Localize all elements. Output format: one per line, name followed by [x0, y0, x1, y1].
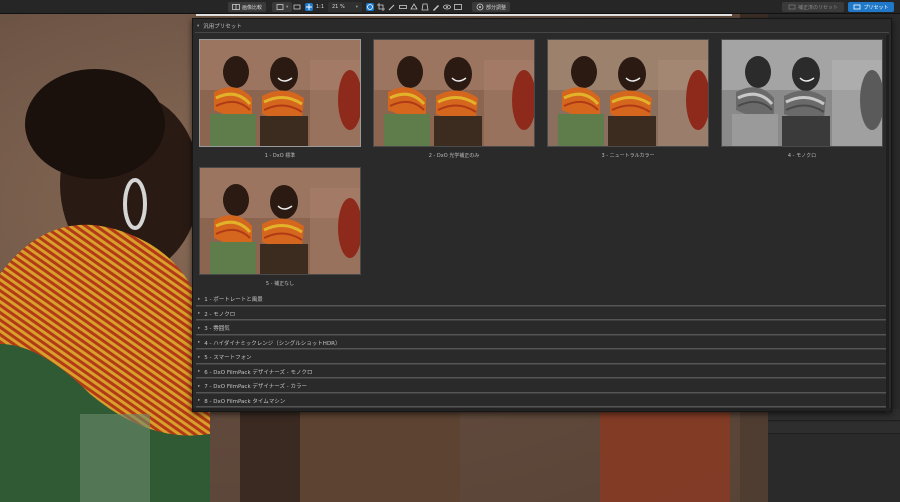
compare-icon — [232, 3, 240, 11]
preset-category-row[interactable]: ▸ 7 - DxO FilmPack デザイナーズ - カラー — [193, 379, 891, 394]
toolbar: 画像比較 ▾ 1:1 21 % ▾ 部分調整 補正済のリセット プリセット — [0, 0, 900, 14]
preset-icon — [853, 3, 861, 11]
chevron-right-icon: ▸ — [198, 325, 201, 331]
local-adjust-button[interactable]: 部分調整 — [472, 2, 511, 12]
preset-label: 5 - 補正なし — [265, 281, 295, 287]
category-label: 3 - 雰囲気 — [204, 326, 230, 333]
panel-header[interactable]: ▾ 汎用プリセット — [193, 19, 891, 33]
preset-preview-image — [721, 39, 883, 147]
perspective-icon[interactable] — [421, 3, 429, 11]
preset-label: プリセット — [863, 4, 889, 11]
zoom-select[interactable]: 21 % ▾ — [328, 2, 362, 12]
preset-category-row[interactable]: ▸ 3 - 雰囲気 — [193, 321, 891, 336]
preset-preview-image — [199, 167, 361, 275]
chevron-right-icon: ▸ — [198, 354, 201, 360]
fit-icon[interactable] — [293, 3, 301, 11]
category-label: 4 - ハイダイナミックレンジ（シングルショットHDR） — [204, 340, 341, 347]
zoom-icon[interactable] — [305, 3, 313, 11]
compare-button[interactable]: 画像比較 — [228, 2, 267, 12]
preset-label: 3 - ニュートラルカラー — [601, 153, 655, 159]
eyedropper-icon[interactable] — [388, 3, 396, 11]
preset-preview-image — [199, 39, 361, 147]
frame-button[interactable]: ▾ — [272, 2, 293, 12]
chevron-right-icon: ▸ — [198, 311, 201, 317]
preset-thumbnail[interactable]: 3 - ニュートラルカラー — [547, 39, 709, 159]
category-label: 1 - ポートレートと風景 — [204, 297, 263, 304]
preset-label: 4 - モノクロ — [787, 153, 817, 159]
preset-categories: ▸ 1 - ポートレートと風景 ▸ 2 - モノクロ ▸ 3 - 雰囲気 ▸ 4 - ハイダイ… — [193, 292, 891, 408]
preset-thumbnail[interactable]: 1 - DxO 標準 — [199, 39, 361, 159]
preset-preview-image — [547, 39, 709, 147]
preset-category-row[interactable]: ▸ 5 - スマートフォン — [193, 350, 891, 365]
reset-label: 補正済のリセット — [797, 4, 838, 11]
reset-corrections-button[interactable]: 補正済のリセット — [782, 2, 844, 12]
preset-category-row[interactable]: ▸ 8 - DxO FilmPack タイムマシン — [193, 394, 891, 408]
preset-label: 1 - DxO 標準 — [264, 153, 296, 159]
preset-button[interactable]: プリセット — [848, 2, 894, 12]
divider — [195, 32, 889, 33]
scrollbar[interactable] — [886, 35, 889, 413]
chevron-right-icon: ▸ — [198, 383, 201, 389]
category-label: 8 - DxO FilmPack タイムマシン — [204, 398, 286, 405]
chevron-down-icon: ▾ — [355, 4, 358, 10]
redeye-icon[interactable] — [399, 3, 407, 11]
progress-line — [196, 14, 732, 16]
horizon-icon[interactable] — [410, 3, 418, 11]
preset-category-row[interactable]: ▸ 1 - ポートレートと風景 — [193, 292, 891, 307]
chevron-right-icon: ▸ — [198, 296, 201, 302]
preset-thumbnail[interactable]: 4 - モノクロ — [721, 39, 883, 159]
chevron-down-icon: ▾ — [286, 4, 289, 10]
category-label: 7 - DxO FilmPack デザイナーズ - カラー — [204, 384, 307, 391]
panel-title: 汎用プリセット — [203, 24, 242, 30]
eye-icon[interactable] — [443, 3, 451, 11]
chevron-right-icon: ▸ — [198, 369, 201, 375]
zoom-1to1-label[interactable]: 1:1 — [316, 4, 324, 10]
zoom-value: 21 % — [332, 4, 345, 10]
preset-panel: ▾ 汎用プリセット 1 - DxO 標準 2 - DxO 光学補正のみ 3 - … — [192, 18, 892, 413]
preset-category-row[interactable]: ▸ 2 - モノクロ — [193, 307, 891, 321]
preset-preview-image — [373, 39, 535, 147]
text-icon[interactable] — [454, 3, 462, 11]
hand-icon[interactable] — [366, 3, 374, 11]
local-adjust-icon — [476, 3, 484, 11]
chevron-down-icon: ▾ — [197, 23, 200, 29]
crop-icon — [276, 3, 284, 11]
chevron-right-icon: ▸ — [198, 398, 201, 404]
panel-bottom-edge — [193, 408, 891, 411]
preset-label: 2 - DxO 光学補正のみ — [428, 153, 480, 159]
compare-label: 画像比較 — [242, 4, 263, 11]
category-label: 6 - DxO FilmPack デザイナーズ - モノクロ — [204, 369, 313, 376]
side-panel-row — [768, 422, 900, 434]
preset-thumbnail[interactable]: 2 - DxO 光学補正のみ — [373, 39, 535, 159]
chevron-right-icon: ▸ — [198, 340, 201, 346]
category-label: 2 - モノクロ — [204, 311, 236, 318]
reset-icon — [788, 3, 796, 11]
category-label: 5 - スマートフォン — [204, 355, 252, 362]
local-adjust-label: 部分調整 — [486, 4, 507, 11]
brush-icon[interactable] — [432, 3, 440, 11]
crop-tool-icon[interactable] — [377, 3, 385, 11]
preset-thumbnail[interactable]: 5 - 補正なし — [199, 167, 361, 287]
preset-category-row[interactable]: ▸ 6 - DxO FilmPack デザイナーズ - モノクロ — [193, 365, 891, 379]
preset-category-row[interactable]: ▸ 4 - ハイダイナミックレンジ（シングルショットHDR） — [193, 336, 891, 350]
